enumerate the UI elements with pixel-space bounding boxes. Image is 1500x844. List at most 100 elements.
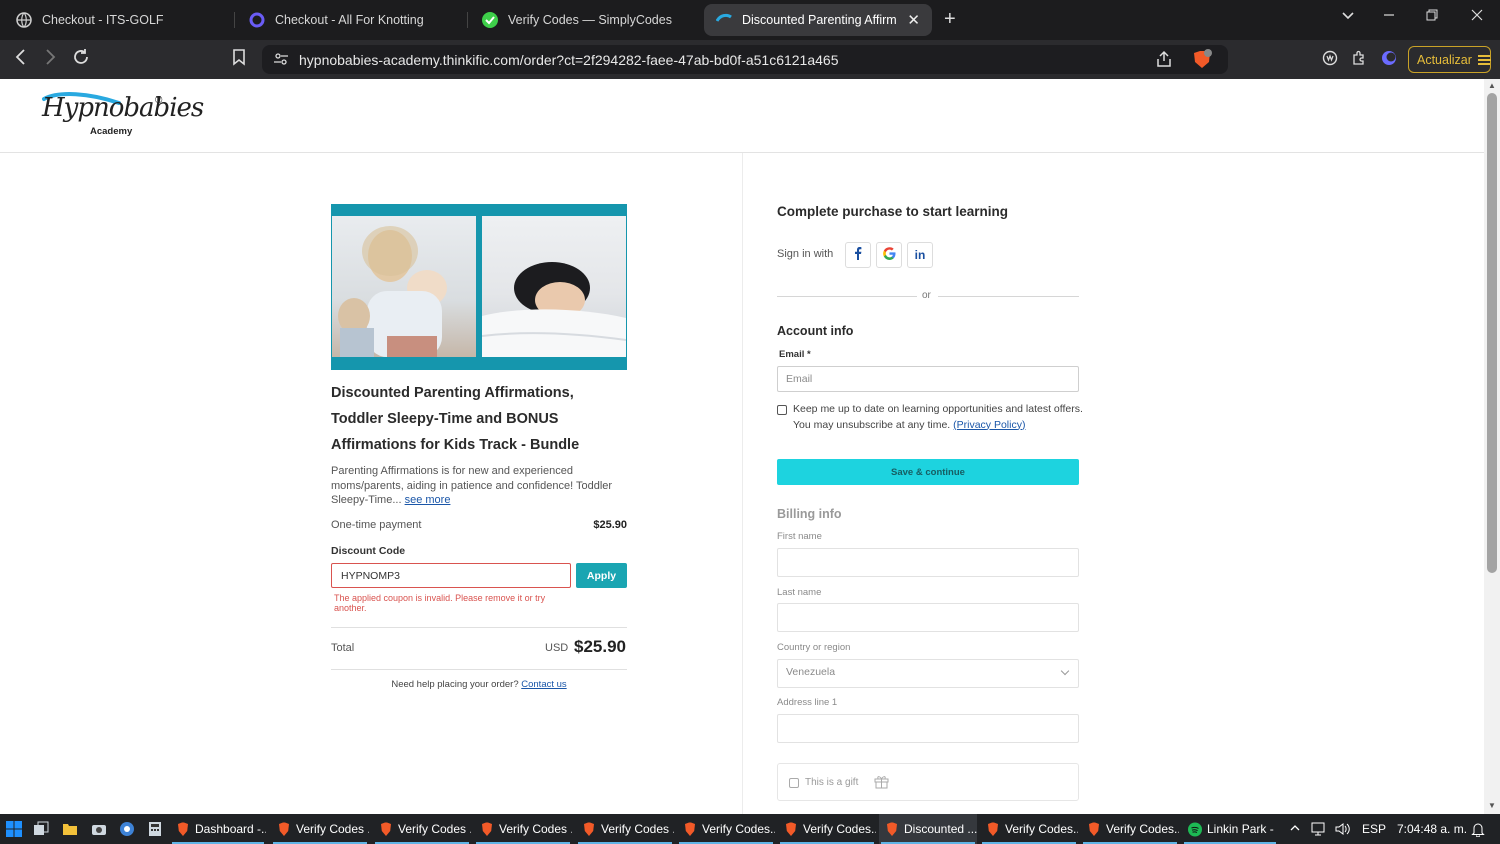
total-amount: $25.90 (574, 637, 626, 656)
or-divider-right (938, 296, 1079, 297)
spotify-icon (1188, 822, 1202, 836)
taskbar-item[interactable]: Verify Codes ... (271, 814, 369, 844)
tab-checkout-all-for-knotting[interactable]: Checkout - All For Knotting (237, 4, 463, 36)
logo-registered: ® (155, 95, 163, 106)
taskbar-item[interactable]: Verify Codes... (778, 814, 876, 844)
payment-label: One-time payment (331, 519, 422, 531)
country-select[interactable]: Venezuela (777, 659, 1079, 688)
product-description: Parenting Affirmations is for new and ex… (331, 464, 627, 508)
tray-chevron-up-icon[interactable] (1290, 822, 1300, 836)
hypnobabies-logo[interactable]: Hypnobabies ® Academy (42, 91, 204, 141)
leo-ai-icon[interactable] (1381, 50, 1397, 71)
sleeping-child-photo (482, 216, 626, 357)
taskbar-item-label: Verify Codes... (1005, 822, 1078, 836)
billing-info-title: Billing info (777, 507, 842, 521)
taskbar-item[interactable]: Verify Codes ... (474, 814, 572, 844)
privacy-policy-link[interactable]: (Privacy Policy) (953, 419, 1025, 431)
taskbar-item[interactable]: Verify Codes... (1081, 814, 1179, 844)
address-bar[interactable]: hypnobabies-academy.thinkific.com/order?… (262, 45, 1228, 74)
country-value: Venezuela (786, 666, 836, 678)
see-more-link[interactable]: see more (405, 494, 451, 506)
discount-code-input[interactable]: HYPNOMP3 (331, 563, 571, 588)
tab-label: Checkout - ITS-GOLF (42, 13, 164, 27)
tab-checkout-its-golf[interactable]: Checkout - ITS-GOLF (4, 4, 230, 36)
product-title: Discounted Parenting Affirmations, Toddl… (331, 385, 580, 453)
bookmark-icon[interactable] (231, 48, 247, 70)
email-field[interactable]: Email (777, 366, 1079, 392)
browser-app-icon[interactable] (119, 821, 135, 837)
close-tab-icon[interactable]: ✕ (907, 11, 920, 29)
taskbar-item[interactable]: Linkin Park - ... (1182, 814, 1278, 844)
update-label: Actualizar (1417, 52, 1472, 67)
site-settings-icon[interactable] (273, 51, 289, 72)
windows-taskbar: Dashboard -... Verify Codes ... Verify C… (0, 814, 1500, 844)
taskbar-item[interactable]: Verify Codes... (677, 814, 775, 844)
windows-start-icon[interactable] (6, 821, 22, 837)
gift-checkbox[interactable] (789, 778, 799, 788)
menu-icon (1477, 54, 1492, 65)
scroll-thumb[interactable] (1487, 93, 1497, 573)
product-image (331, 204, 627, 370)
close-window-icon[interactable] (1471, 8, 1483, 25)
gift-icon (874, 775, 889, 794)
camera-icon[interactable] (91, 821, 107, 837)
file-explorer-icon[interactable] (62, 821, 78, 837)
update-button[interactable]: Actualizar (1408, 46, 1492, 73)
apply-button[interactable]: Apply (576, 563, 627, 588)
gift-option[interactable]: This is a gift (777, 763, 1079, 801)
tab-list-chevron-icon[interactable] (1342, 8, 1354, 25)
account-info-title: Account info (777, 324, 854, 338)
taskbar-item[interactable]: Verify Codes ... (576, 814, 674, 844)
new-tab-button[interactable]: + (944, 8, 956, 30)
minimize-icon[interactable] (1383, 8, 1395, 25)
share-icon[interactable] (1155, 50, 1173, 73)
language-indicator[interactable]: ESP (1362, 822, 1386, 836)
reload-icon[interactable] (72, 48, 90, 70)
or-divider-left (777, 296, 917, 297)
facebook-signin-button[interactable] (845, 242, 871, 268)
brave-icon (178, 822, 188, 836)
last-name-field[interactable] (777, 603, 1079, 632)
address-line-1-field[interactable] (777, 714, 1079, 743)
total-currency: USD (545, 642, 569, 654)
clock[interactable]: 7:04:48 a. m. (1397, 822, 1467, 836)
google-signin-button[interactable] (876, 242, 902, 268)
restore-icon[interactable] (1426, 8, 1438, 25)
first-name-label: First name (777, 531, 822, 542)
total-label: Total (331, 642, 355, 654)
wallet-icon[interactable] (1322, 50, 1338, 71)
scroll-down-icon[interactable]: ▼ (1488, 801, 1496, 810)
newsletter-text: Keep me up to date on learning opportuni… (793, 402, 1083, 433)
or-label: or (922, 290, 931, 301)
network-icon[interactable] (1311, 822, 1327, 839)
contact-us-link[interactable]: Contact us (521, 679, 566, 690)
notifications-icon[interactable] (1471, 822, 1485, 840)
taskbar-item[interactable]: Dashboard -... (170, 814, 266, 844)
mother-child-photo (332, 216, 476, 357)
taskbar-item-active[interactable]: Discounted ... (879, 814, 977, 844)
taskbar-item[interactable]: Verify Codes... (980, 814, 1078, 844)
task-view-icon[interactable] (33, 821, 49, 837)
tab-discounted-parenting[interactable]: Discounted Parenting Affirmatio ✕ (704, 4, 932, 36)
brave-icon (887, 822, 897, 836)
tab-verify-codes[interactable]: Verify Codes — SimplyCodes (470, 4, 696, 36)
save-continue-button[interactable]: Save & continue (777, 459, 1079, 485)
taskbar-item[interactable]: Verify Codes ... (373, 814, 471, 844)
extensions-icon[interactable] (1351, 50, 1367, 71)
browser-tab-bar: Checkout - ITS-GOLF Checkout - All For K… (0, 0, 1500, 40)
tab-label: Checkout - All For Knotting (275, 13, 424, 27)
scroll-up-icon[interactable]: ▲ (1488, 81, 1496, 90)
calculator-icon[interactable] (147, 821, 163, 837)
url-text[interactable]: hypnobabies-academy.thinkific.com/order?… (299, 52, 839, 68)
forward-icon[interactable] (43, 48, 57, 70)
newsletter-checkbox[interactable] (777, 405, 787, 415)
back-icon[interactable] (14, 48, 28, 70)
brave-shields-icon[interactable] (1191, 49, 1213, 76)
page-scrollbar[interactable]: ▲ ▼ (1484, 79, 1500, 814)
first-name-field[interactable] (777, 548, 1079, 577)
email-label: Email * (779, 349, 811, 360)
taskbar-item-label: Verify Codes... (702, 822, 775, 836)
volume-icon[interactable] (1335, 822, 1351, 839)
brave-icon (988, 822, 998, 836)
linkedin-signin-button[interactable]: in (907, 242, 933, 268)
